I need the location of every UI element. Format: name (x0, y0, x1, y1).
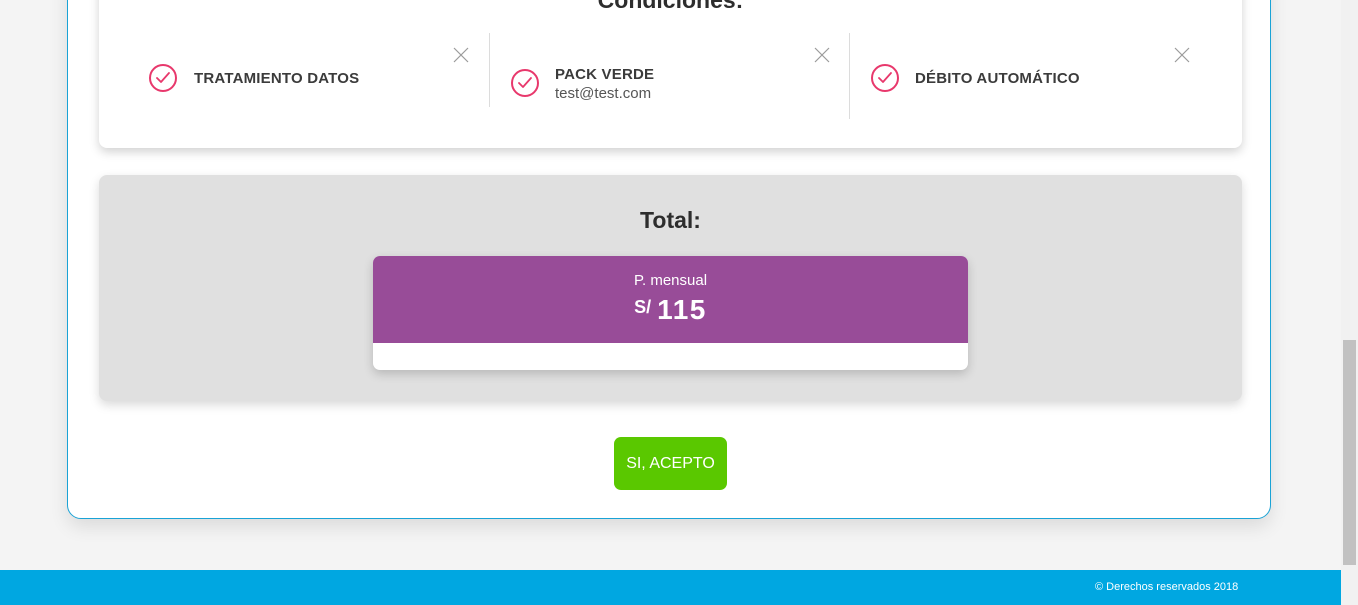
copyright-text: © Derechos reservados 2018 (1095, 581, 1239, 593)
total-panel: Total: P. mensual S/115 (99, 175, 1242, 401)
close-icon[interactable] (1173, 46, 1191, 64)
check-circle-icon (871, 64, 899, 92)
total-title: Total: (640, 207, 701, 233)
conditions-title: Condiciones: (597, 0, 744, 13)
price-header: P. mensual S/115 (373, 256, 968, 343)
price-value: S/115 (373, 294, 968, 326)
close-icon[interactable] (452, 46, 470, 64)
vertical-scrollbar[interactable] (1341, 0, 1358, 605)
check-circle-icon (511, 69, 539, 97)
condition-label: DÉBITO AUTOMÁTICO (915, 70, 1080, 87)
close-icon[interactable] (813, 46, 831, 64)
condition-label: TRATAMIENTO DATOS (194, 70, 360, 87)
condition-email: test@test.com (555, 85, 652, 102)
condition-item-pack-verde: PACK VERDE test@test.com (489, 33, 850, 107)
price-currency: S/ (634, 297, 652, 317)
scrollbar-thumb[interactable] (1343, 340, 1356, 565)
price-card: P. mensual S/115 (373, 256, 968, 370)
condition-label: PACK VERDE (555, 66, 655, 83)
conditions-panel: Condiciones: TRATAMIENTO DATOS PACK VERD… (99, 0, 1242, 148)
price-label: P. mensual (633, 272, 708, 289)
price-amount: 115 (657, 294, 707, 325)
check-circle-icon (149, 64, 177, 92)
accept-button[interactable]: SI, ACEPTO (614, 437, 727, 490)
footer: © Derechos reservados 2018 (0, 570, 1341, 605)
condition-item-auto-debit: DÉBITO AUTOMÁTICO (849, 33, 1243, 119)
condition-item-data-processing: TRATAMIENTO DATOS (99, 33, 489, 119)
